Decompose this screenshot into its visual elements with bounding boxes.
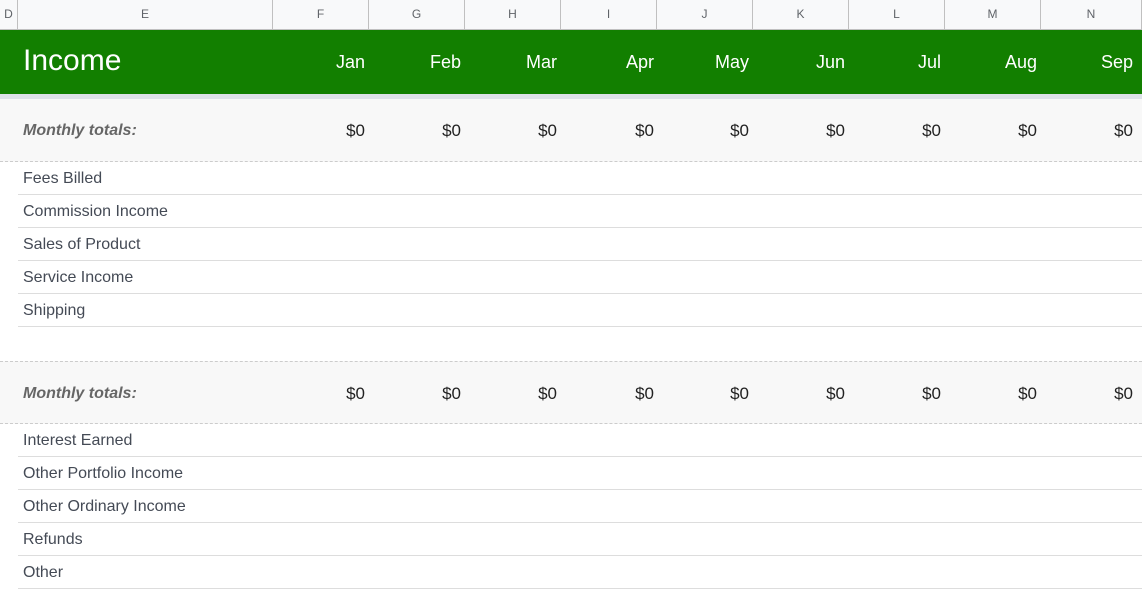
month-header-sep[interactable]: Sep (1101, 52, 1133, 73)
column-header-d[interactable]: D (0, 0, 18, 29)
monthly-total-cell[interactable]: $0 (538, 121, 557, 141)
income-item-label: Commission Income (23, 203, 168, 220)
monthly-total-cell[interactable]: $0 (635, 384, 654, 404)
monthly-total-cell[interactable]: $0 (730, 384, 749, 404)
monthly-total-cell[interactable]: $0 (635, 121, 654, 141)
income-item-row[interactable]: Other Ordinary Income (18, 490, 1142, 523)
income-title: Income (23, 44, 122, 77)
monthly-total-cell[interactable]: $0 (538, 384, 557, 404)
income-item-row[interactable]: Commission Income (18, 195, 1142, 228)
income-item-row[interactable]: Interest Earned (18, 424, 1142, 457)
income-item-label: Shipping (23, 302, 86, 319)
income-item-label: Refunds (23, 531, 83, 548)
income-item-row[interactable]: Shipping (18, 294, 1142, 327)
monthly-total-cell[interactable]: $0 (922, 384, 941, 404)
income-item-label: Other Portfolio Income (23, 465, 184, 482)
month-header-aug[interactable]: Aug (1005, 52, 1037, 73)
monthly-total-cell[interactable]: $0 (826, 384, 845, 404)
income-item-row[interactable]: Refunds (18, 523, 1142, 556)
monthly-totals-label: Monthly totals: (23, 122, 137, 139)
monthly-total-cell[interactable]: $0 (346, 384, 365, 404)
income-item-label: Service Income (23, 269, 134, 286)
income-item-label: Interest Earned (23, 432, 133, 449)
column-header-g[interactable]: G (369, 0, 465, 29)
monthly-totals-row: Monthly totals: $0 $0 $0 $0 $0 $0 $0 $0 $0 (0, 361, 1142, 424)
income-item-row[interactable]: Fees Billed (18, 162, 1142, 195)
column-header-l[interactable]: L (849, 0, 945, 29)
month-header-mar[interactable]: Mar (526, 52, 557, 73)
income-item-label: Fees Billed (23, 170, 103, 187)
income-item-row[interactable]: Other Portfolio Income (18, 457, 1142, 490)
month-header-apr[interactable]: Apr (626, 52, 654, 73)
column-header-f[interactable]: F (273, 0, 369, 29)
monthly-total-cell[interactable]: $0 (346, 121, 365, 141)
monthly-totals-row: Monthly totals: $0 $0 $0 $0 $0 $0 $0 $0 $0 (0, 99, 1142, 162)
column-header-k[interactable]: K (753, 0, 849, 29)
monthly-totals-label: Monthly totals: (23, 385, 137, 402)
column-header-i[interactable]: I (561, 0, 657, 29)
monthly-total-cell[interactable]: $0 (442, 121, 461, 141)
income-item-label: Sales of Product (23, 236, 141, 253)
income-item-label: Other Ordinary Income (23, 498, 186, 515)
month-header-feb[interactable]: Feb (430, 52, 461, 73)
monthly-total-cell[interactable]: $0 (1114, 384, 1133, 404)
monthly-total-cell[interactable]: $0 (1114, 121, 1133, 141)
monthly-total-cell[interactable]: $0 (730, 121, 749, 141)
income-item-row[interactable]: Other (18, 556, 1142, 589)
month-header-may[interactable]: May (715, 52, 749, 73)
month-header-jan[interactable]: Jan (336, 52, 365, 73)
monthly-total-cell[interactable]: $0 (1018, 384, 1037, 404)
column-header-j[interactable]: J (657, 0, 753, 29)
column-header-m[interactable]: M (945, 0, 1041, 29)
column-header-n[interactable]: N (1041, 0, 1142, 29)
month-header-jul[interactable]: Jul (918, 52, 941, 73)
month-header-jun[interactable]: Jun (816, 52, 845, 73)
column-header-e[interactable]: E (18, 0, 273, 29)
income-item-label: Other (23, 564, 64, 581)
income-item-row[interactable]: Sales of Product (18, 228, 1142, 261)
column-header-h[interactable]: H (465, 0, 561, 29)
column-header-bar: DEFGHIJKLMN (0, 0, 1142, 30)
income-banner: Income Jan Feb Mar Apr May Jun Jul Aug Sep (0, 30, 1142, 94)
monthly-total-cell[interactable]: $0 (826, 121, 845, 141)
monthly-total-cell[interactable]: $0 (1018, 121, 1037, 141)
monthly-total-cell[interactable]: $0 (442, 384, 461, 404)
income-item-row[interactable]: Service Income (18, 261, 1142, 294)
monthly-total-cell[interactable]: $0 (922, 121, 941, 141)
